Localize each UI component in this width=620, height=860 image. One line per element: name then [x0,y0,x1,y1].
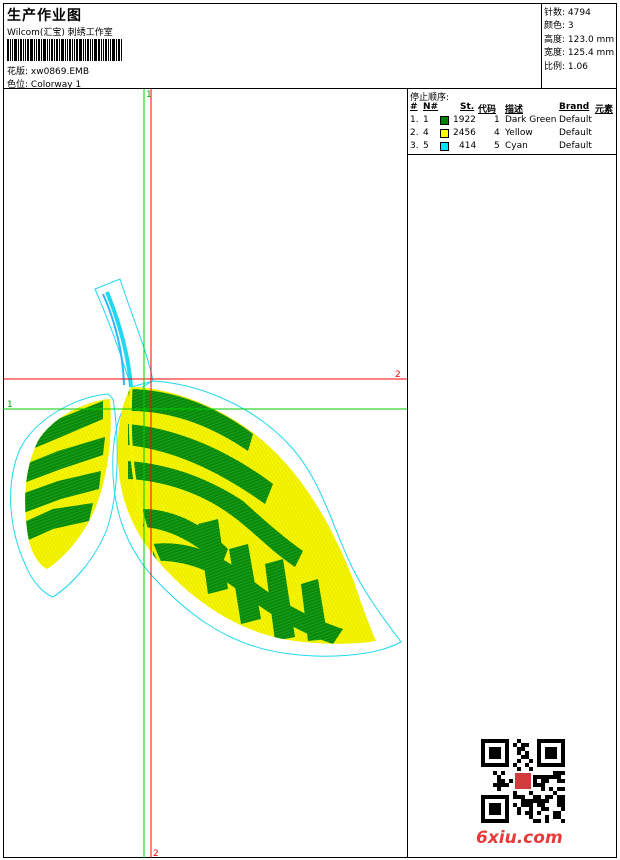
color-swatch-yellow [440,129,449,138]
design-label: 花版: [7,67,29,77]
big-leaf [117,387,376,644]
guide-h2-label: 2 [395,370,401,380]
page-title: 生产作业图 [7,8,82,24]
stat-stitches: 针数: 4794 [544,8,591,18]
color-swatch-dark-green [440,116,449,125]
design-value: xw0869.EMB [30,67,89,77]
guide-h1-label: 1 [7,400,13,410]
stats-panel: 针数: 4794 颜色: 3 高度: 123.0 mm 宽度: 125.4 mm… [541,3,617,89]
watermark-logo: 6xiu.com [476,828,563,848]
col-brand: Brand [559,102,590,112]
barcode [7,39,134,61]
company-name: Wilcom(汇宝) 刺绣工作室 [7,28,113,38]
color-swatch-cyan [440,142,449,151]
stat-height: 高度: 123.0 mm [544,34,615,45]
design-file: 花版: xw0869.EMB [7,64,89,77]
col-num: # [410,102,418,112]
qr-code-icon [481,739,565,823]
stat-colors: 颜色: 3 [544,21,574,32]
col-needle: N# [423,102,439,112]
embroidery-preview: 1 2 1 2 [3,89,407,858]
stop-row: 2. 4 2456 4 Yellow Default [410,128,592,138]
stop-row: 3. 5 414 5 Cyan Default [410,141,592,151]
col-code: 代码 [478,105,497,115]
design-canvas[interactable]: 1 2 1 2 [3,89,408,858]
col-element: 元素 [595,105,614,115]
stat-width: 宽度: 125.4 mm [544,48,615,59]
stop-sequence-panel: 停止顺序: # N# St. 代码 描述 Brand 元素 1. 1 1922 … [408,89,617,155]
header: 生产作业图 Wilcom(汇宝) 刺绣工作室 花版: xw0869.EMB 色位… [3,3,617,90]
stop-row: 1. 1 1922 1 Dark Green Default [410,115,592,125]
stat-scale: 比例: 1.06 [544,61,588,72]
col-stitches: St. [460,102,475,112]
col-desc: 描述 [505,105,524,115]
stop-table-header: # N# St. 代码 描述 Brand 元素 [410,102,615,115]
guide-v1-label: 1 [146,90,152,100]
guide-v2-label: 2 [153,849,159,858]
